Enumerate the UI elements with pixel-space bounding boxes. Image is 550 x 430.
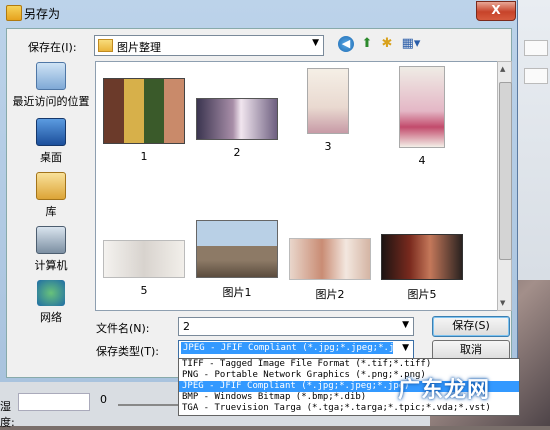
file-list[interactable]: 1 2 3 4 5 图片1 图片2 图片5 — [95, 61, 499, 311]
watermark: 广东龙网 — [398, 378, 491, 403]
background-panel-item — [524, 68, 548, 84]
file-thumbnail — [307, 68, 349, 134]
library-icon — [36, 172, 66, 200]
file-item[interactable]: 图片5 — [377, 234, 467, 302]
filetype-select[interactable]: JPEG - JFIF Compliant (*.jpg;*.jpeg;*.jp… — [178, 340, 414, 359]
file-name: 3 — [324, 140, 332, 153]
title-bar[interactable]: 另存为 X — [0, 0, 517, 24]
save-as-dialog: 另存为 X 保存在(I): 图片整理 ▼ ◀ ⬆ ✱ ▦▾ 最近访问的位置 桌面… — [0, 0, 518, 382]
filetype-option[interactable]: TIFF - Tagged Image File Format (*.tif;*… — [179, 359, 519, 370]
filename-input[interactable]: 2 ▼ — [178, 317, 414, 336]
place-label: 库 — [45, 205, 57, 218]
view-menu-icon[interactable]: ▦▾ — [400, 35, 422, 53]
place-label: 计算机 — [34, 259, 68, 272]
close-button[interactable]: X — [476, 1, 516, 21]
scrollbar-thumb[interactable] — [499, 82, 512, 260]
file-item[interactable]: 3 — [283, 68, 373, 153]
save-in-label: 保存在(I): — [28, 41, 77, 54]
save-button[interactable]: 保存(S) — [432, 316, 510, 337]
app-icon — [6, 5, 22, 21]
computer-icon — [36, 226, 66, 254]
place-label: 桌面 — [40, 151, 62, 164]
file-item[interactable]: 2 — [192, 98, 282, 159]
desktop-icon — [36, 118, 66, 146]
file-item[interactable]: 图片2 — [285, 238, 375, 302]
chevron-down-icon: ▼ — [312, 38, 319, 48]
filetype-option[interactable]: TGA - Truevision Targa (*.tga;*.targa;*.… — [179, 403, 519, 414]
places-bar: 最近访问的位置 桌面 库 计算机 网络 — [10, 60, 92, 350]
background-side-label: 湿度: — [0, 400, 15, 429]
place-label: 最近访问的位置 — [12, 95, 90, 108]
filetype-label: 保存类型(T): — [96, 345, 160, 358]
file-thumbnail — [381, 234, 463, 280]
place-library[interactable]: 库 — [10, 172, 92, 219]
save-in-value: 图片整理 — [117, 41, 161, 54]
recent-places-icon — [36, 62, 66, 90]
file-item[interactable]: 5 — [99, 240, 189, 297]
file-name: 图片1 — [222, 286, 252, 299]
background-spin-value: 0 — [100, 393, 107, 406]
save-in-combo[interactable]: 图片整理 ▼ — [94, 35, 324, 56]
filename-label: 文件名(N): — [96, 322, 150, 335]
up-folder-icon[interactable]: ⬆ — [358, 35, 376, 53]
dialog-title: 另存为 — [24, 7, 61, 21]
new-folder-icon[interactable]: ✱ — [378, 35, 396, 53]
file-thumbnail — [103, 240, 185, 278]
file-name: 4 — [418, 154, 426, 167]
file-thumbnail — [399, 66, 445, 148]
file-item[interactable]: 4 — [377, 66, 467, 167]
file-item[interactable]: 1 — [99, 78, 189, 163]
place-recent[interactable]: 最近访问的位置 — [10, 62, 92, 109]
scroll-up-icon[interactable]: ▲ — [500, 65, 505, 73]
file-item[interactable]: 图片1 — [192, 220, 282, 300]
background-panel-item — [524, 40, 548, 56]
filetype-selected: JPEG - JFIF Compliant (*.jpg;*.jpeg;*.jp… — [181, 342, 393, 354]
network-icon — [37, 280, 65, 306]
filename-value: 2 — [183, 320, 190, 333]
folder-icon — [98, 39, 113, 52]
file-name: 图片2 — [315, 288, 345, 301]
place-desktop[interactable]: 桌面 — [10, 118, 92, 165]
place-label: 网络 — [40, 311, 62, 324]
chevron-down-icon[interactable]: ▼ — [402, 320, 409, 330]
file-name: 5 — [140, 284, 148, 297]
place-network[interactable]: 网络 — [10, 280, 92, 325]
file-thumbnail — [103, 78, 185, 144]
back-arrow-icon[interactable]: ◀ — [338, 36, 354, 52]
file-thumbnail — [196, 220, 278, 278]
file-name: 1 — [140, 150, 148, 163]
scroll-down-icon[interactable]: ▼ — [500, 299, 505, 307]
file-thumbnail — [289, 238, 371, 280]
file-thumbnail — [196, 98, 278, 140]
file-name: 2 — [233, 146, 241, 159]
vertical-scrollbar[interactable]: ▲ ▼ — [497, 61, 512, 311]
place-computer[interactable]: 计算机 — [10, 226, 92, 273]
file-name: 图片5 — [407, 288, 437, 301]
chevron-down-icon[interactable]: ▼ — [402, 343, 409, 353]
background-field — [18, 393, 90, 411]
